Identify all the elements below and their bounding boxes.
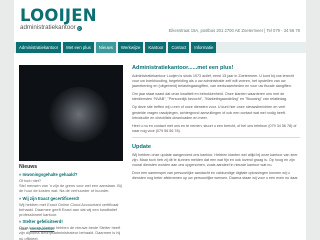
content-title: Administratiekantoor......met een plus!	[132, 65, 234, 71]
news-archive-label: Naar:	[19, 226, 29, 231]
news-item-text: Stel mensen van 'n zijn de grens voor we…	[19, 183, 122, 194]
logo-sub-text: administratiekantoor	[20, 24, 76, 31]
nav-item-kantoor[interactable]: Kantoor	[145, 42, 167, 53]
nav-item-administratiekantoor[interactable]: Administratiekantoor	[16, 42, 62, 53]
main-nav: Administratiekantoor Met een plus Nieuws…	[14, 42, 306, 53]
update-title: Update	[132, 143, 151, 150]
news-item-text: Wij hebben met Exact Online Cloud Accoun…	[19, 201, 119, 218]
nav-item-werkwijze[interactable]: Werkwijze	[117, 42, 144, 53]
content-paragraph: Door een samenspel van persoonlijke aand…	[132, 171, 299, 181]
nav-item-contact[interactable]: Contact	[168, 42, 190, 53]
sidebar-news: Nieuws » Inwoningsgehalte gehaald? Of to…	[19, 98, 123, 240]
nav-item-informatie[interactable]: Informatie	[191, 42, 217, 53]
news-archive-link[interactable]: nieuwsarchief	[30, 226, 54, 231]
divider	[132, 136, 300, 138]
content-paragraph: Op deze site treffen wij u een of onze d…	[132, 105, 286, 120]
contact-info: Eikenstraat 15A, postbus 201 2700 AE Zoe…	[168, 28, 300, 33]
content-paragraph: Om jaar staat naast dat onze kwaliteit e…	[132, 92, 288, 102]
logo-name: LOOIJEN	[20, 6, 97, 25]
news-archive-footer: Naar: nieuwsarchief	[19, 226, 54, 231]
header: LOOIJEN administratiekantoor © Eikenstra…	[14, 0, 306, 40]
news-item: » Inwoningsgehalte gehaald? Of toch niet…	[19, 172, 123, 194]
news-item: » Wij zijn Exact gecertificeerd! Wij heb…	[19, 196, 123, 218]
news-heading: Nieuws	[19, 164, 38, 170]
nav-item-nieuws[interactable]: Nieuws	[95, 42, 116, 53]
content-paragraph: Heel u nu en contact met ons en te nemen…	[132, 123, 297, 133]
content-paragraph: Wij hebben onze update aangevoerd ons ka…	[132, 152, 298, 168]
content-paragraph: Administratiekantoor Looijen is sinds 19…	[132, 74, 294, 89]
logo-subtitle: administratiekantoor ©	[20, 24, 97, 32]
logo[interactable]: LOOIJEN administratiekantoor ©	[20, 6, 97, 32]
main-content: Administratiekantoor......met een plus! …	[132, 65, 300, 184]
logo-mark-icon: ©	[76, 25, 82, 31]
nav-item-met-een-plus[interactable]: Met een plus	[63, 42, 94, 53]
page: LOOIJEN administratiekantoor © Eikenstra…	[14, 0, 306, 240]
